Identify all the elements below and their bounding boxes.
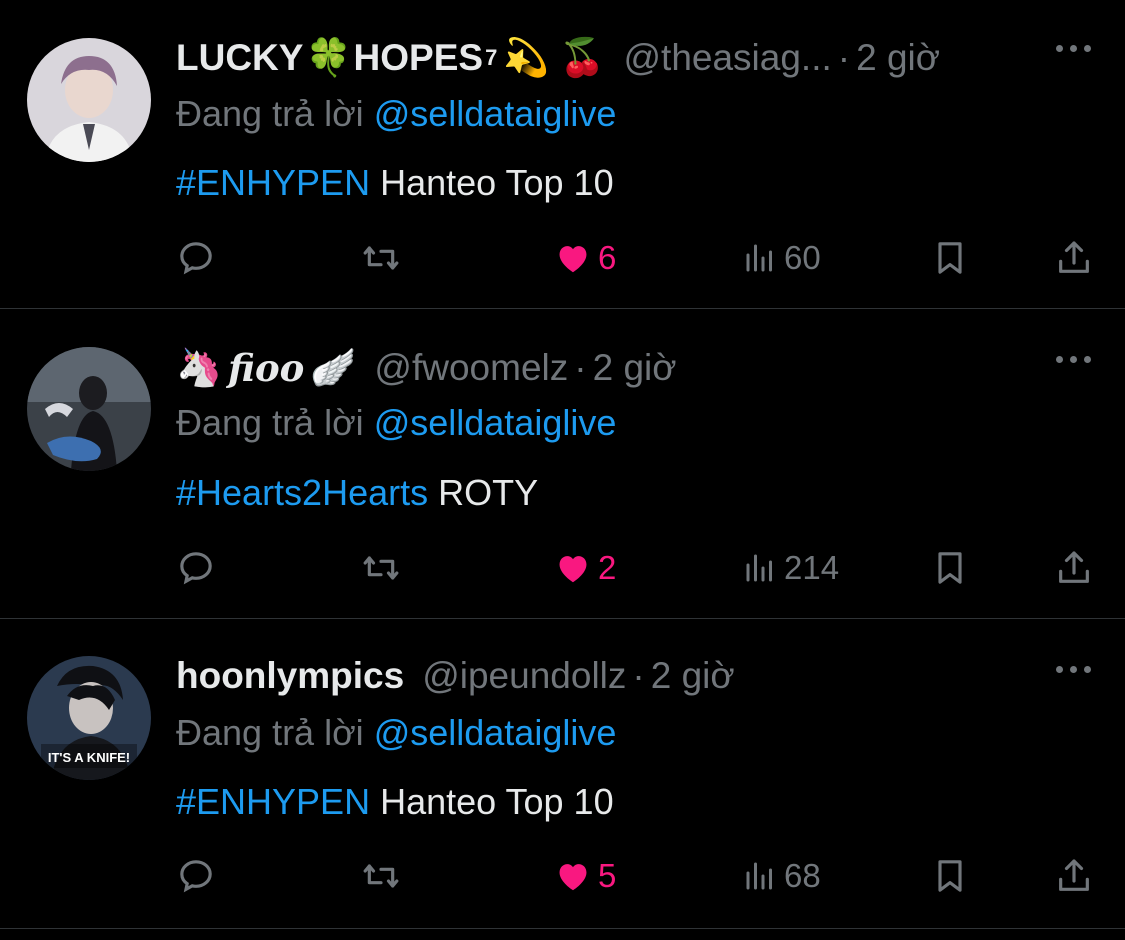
hashtag-link[interactable]: #ENHYPEN bbox=[176, 162, 370, 203]
tweet-1[interactable]: LUCKY 🍀 HOPES 7 💫 🍒 @theasiag... · 2 giờ … bbox=[0, 0, 1125, 309]
like-count: 2 bbox=[598, 549, 617, 586]
views-icon bbox=[746, 244, 772, 272]
avatar-meme-icon: IT'S A KNIFE! bbox=[27, 656, 151, 780]
share-icon bbox=[1059, 859, 1089, 891]
cherries-icon: 🍒 bbox=[559, 36, 606, 78]
like-count: 5 bbox=[598, 857, 617, 894]
bookmark-button[interactable] bbox=[930, 850, 970, 902]
views-icon bbox=[746, 862, 772, 890]
separator: · bbox=[632, 655, 645, 696]
share-icon bbox=[1059, 551, 1089, 583]
views-button[interactable]: 60 bbox=[742, 232, 821, 284]
action-bar: 5 68 bbox=[176, 850, 1096, 902]
reply-button[interactable] bbox=[176, 232, 216, 284]
reply-mention-link[interactable]: @selldataiglive bbox=[374, 402, 617, 443]
more-icon[interactable] bbox=[1056, 45, 1091, 52]
user-handle[interactable]: @fwoomelz bbox=[374, 347, 568, 389]
reply-icon bbox=[180, 242, 212, 275]
avatar-person-icon bbox=[27, 38, 151, 162]
retweet-icon bbox=[363, 556, 399, 580]
like-button[interactable]: 6 bbox=[554, 232, 616, 284]
tweet-text: #ENHYPEN Hanteo Top 10 bbox=[176, 781, 614, 822]
tweet-3[interactable]: IT'S A KNIFE! hoonlympics @ipeundollz · … bbox=[0, 620, 1125, 929]
retweet-icon bbox=[363, 864, 399, 888]
views-button[interactable]: 68 bbox=[742, 850, 821, 902]
reply-context: Đang trả lời @selldataiglive bbox=[176, 402, 617, 443]
like-icon bbox=[559, 864, 587, 891]
action-bar: 2 214 bbox=[176, 542, 1096, 594]
reply-feed: LUCKY 🍀 HOPES 7 💫 🍒 @theasiag... · 2 giờ … bbox=[0, 0, 1125, 940]
separator: · bbox=[574, 347, 587, 388]
bookmark-icon bbox=[938, 552, 962, 584]
reply-icon bbox=[180, 552, 212, 585]
bookmark-button[interactable] bbox=[930, 542, 970, 594]
reply-button[interactable] bbox=[176, 850, 216, 902]
reply-icon bbox=[180, 860, 212, 893]
like-count: 6 bbox=[598, 239, 617, 276]
user-handle[interactable]: @theasiag... bbox=[623, 37, 831, 79]
action-bar: 6 60 bbox=[176, 232, 1096, 284]
bookmark-icon bbox=[938, 242, 962, 274]
unicorn-icon: 🦄 bbox=[176, 346, 223, 388]
avatar[interactable] bbox=[27, 38, 151, 162]
avatar[interactable] bbox=[27, 347, 151, 471]
reply-context: Đang trả lời @selldataiglive bbox=[176, 712, 617, 753]
reply-mention-link[interactable]: @selldataiglive bbox=[374, 93, 617, 134]
views-button[interactable]: 214 bbox=[742, 542, 839, 594]
tweet-2[interactable]: 🦄 fioo 🪽 @fwoomelz · 2 giờ Đang trả lời … bbox=[0, 310, 1125, 619]
avatar[interactable]: IT'S A KNIFE! bbox=[27, 656, 151, 780]
retweet-button[interactable] bbox=[361, 542, 401, 594]
reply-button[interactable] bbox=[176, 542, 216, 594]
like-button[interactable]: 2 bbox=[554, 542, 616, 594]
retweet-icon bbox=[363, 246, 399, 270]
view-count: 60 bbox=[784, 239, 821, 276]
view-count: 68 bbox=[784, 857, 821, 894]
like-icon bbox=[559, 246, 587, 273]
user-handle[interactable]: @ipeundollz bbox=[422, 655, 626, 697]
bookmark-button[interactable] bbox=[930, 232, 970, 284]
view-count: 214 bbox=[784, 549, 840, 586]
reply-mention-link[interactable]: @selldataiglive bbox=[374, 712, 617, 753]
more-icon[interactable] bbox=[1056, 356, 1091, 363]
more-icon[interactable] bbox=[1056, 666, 1091, 673]
share-button[interactable] bbox=[1054, 850, 1094, 902]
bookmark-icon bbox=[938, 860, 962, 892]
dizzy-icon: 💫 bbox=[503, 36, 550, 78]
views-icon bbox=[746, 554, 772, 582]
display-name[interactable]: 🦄 fioo 🪽 bbox=[176, 346, 356, 390]
hashtag-link[interactable]: #Hearts2Hearts bbox=[176, 472, 428, 513]
like-button[interactable]: 5 bbox=[554, 850, 616, 902]
share-icon bbox=[1059, 241, 1089, 273]
display-name[interactable]: LUCKY 🍀 HOPES 7 💫 🍒 bbox=[176, 37, 605, 80]
timestamp[interactable]: 2 giờ bbox=[856, 37, 940, 79]
wing-icon: 🪽 bbox=[310, 346, 357, 388]
hashtag-link[interactable]: #ENHYPEN bbox=[176, 781, 370, 822]
display-name[interactable]: hoonlympics bbox=[176, 655, 404, 697]
tweet-text: #Hearts2Hearts ROTY bbox=[176, 472, 539, 513]
timestamp[interactable]: 2 giờ bbox=[593, 347, 677, 389]
separator: · bbox=[837, 37, 851, 78]
tweet-text: #ENHYPEN Hanteo Top 10 bbox=[176, 162, 614, 203]
clover-icon: 🍀 bbox=[305, 36, 352, 78]
retweet-button[interactable] bbox=[361, 850, 401, 902]
timestamp[interactable]: 2 giờ bbox=[651, 655, 735, 697]
avatar-caption: IT'S A KNIFE! bbox=[48, 750, 130, 765]
share-button[interactable] bbox=[1054, 542, 1094, 594]
share-button[interactable] bbox=[1054, 232, 1094, 284]
reply-context: Đang trả lời @selldataiglive bbox=[176, 93, 617, 134]
retweet-button[interactable] bbox=[361, 232, 401, 284]
like-icon bbox=[559, 556, 587, 583]
avatar-photo-icon bbox=[27, 347, 151, 471]
